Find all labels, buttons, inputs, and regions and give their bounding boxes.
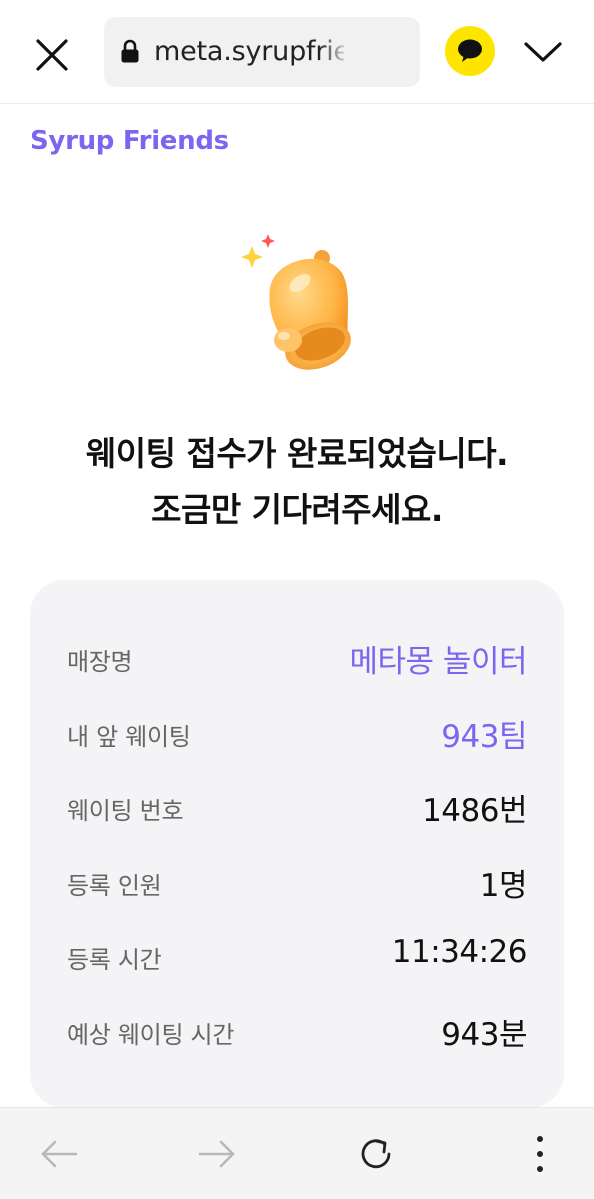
forward-button[interactable] (195, 1132, 239, 1176)
waiting-info-card: 매장명 메타몽 놀이터 내 앞 웨이팅 943팀 웨이팅 번호 1486번 등록… (30, 580, 564, 1108)
waiting-number-value: 1486번 (422, 793, 527, 829)
info-label: 웨이팅 번호 (67, 797, 184, 825)
kakao-talk-button[interactable] (445, 26, 495, 76)
chat-bubble-icon (458, 39, 482, 62)
completion-message-line1: 웨이팅 접수가 완료되었습니다. (85, 434, 509, 473)
party-size-value: 1명 (479, 868, 528, 904)
info-row-party-size: 등록 인원 1명 (30, 856, 564, 906)
refresh-icon (361, 1139, 391, 1169)
brand-logo[interactable]: Syrup Friends (30, 126, 229, 156)
info-label: 등록 시간 (67, 946, 162, 974)
back-button[interactable] (37, 1132, 81, 1176)
info-label: 매장명 (67, 648, 133, 676)
lock-icon (121, 39, 139, 63)
close-button[interactable] (30, 33, 74, 77)
info-row-ahead: 내 앞 웨이팅 943팀 (30, 707, 564, 757)
info-row-number: 웨이팅 번호 1486번 (30, 781, 564, 831)
refresh-button[interactable] (354, 1132, 398, 1176)
more-vertical-icon (537, 1136, 543, 1172)
registered-time-value: 11:34:26 (391, 934, 528, 970)
close-icon (36, 39, 68, 71)
info-row-expected-time: 예상 웨이팅 시간 943분 (30, 1005, 564, 1055)
info-row-store: 매장명 메타몽 놀이터 (30, 632, 564, 682)
more-options-button[interactable] (520, 32, 566, 72)
info-label: 내 앞 웨이팅 (67, 723, 191, 751)
browser-top-bar: meta.syrupfriends 가가 (0, 0, 594, 104)
forward-arrow-icon (198, 1140, 235, 1168)
store-name-link[interactable]: 메타몽 놀이터 (350, 636, 528, 681)
browser-bottom-bar (0, 1107, 594, 1199)
info-row-registered-time: 등록 시간 11:34:26 (30, 930, 564, 980)
more-menu-button[interactable] (518, 1132, 562, 1176)
url-text: meta.syrupfriends (154, 36, 344, 67)
back-arrow-icon (41, 1140, 78, 1168)
chevron-down-icon (524, 42, 562, 62)
completion-message-line2: 조금만 기다려주세요. (151, 490, 443, 529)
teams-ahead-value: 943팀 (441, 719, 527, 755)
info-label: 등록 인원 (67, 872, 162, 900)
expected-wait-value: 943분 (441, 1017, 527, 1053)
completion-message: 웨이팅 접수가 완료되었습니다. 조금만 기다려주세요. (0, 426, 594, 538)
address-bar[interactable]: meta.syrupfriends 가가 (104, 17, 420, 87)
info-label: 예상 웨이팅 시간 (67, 1021, 235, 1049)
bell-icon (230, 228, 360, 378)
